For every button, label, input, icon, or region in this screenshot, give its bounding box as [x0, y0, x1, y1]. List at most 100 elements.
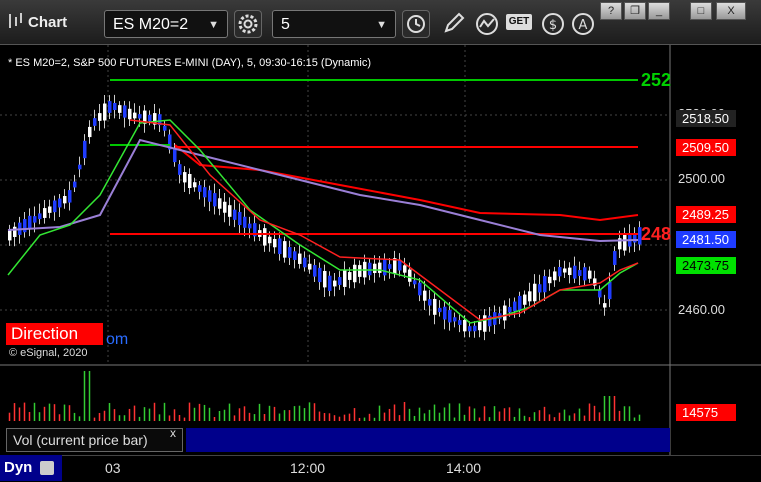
candle-body	[203, 187, 207, 198]
symbol-dropdown-icon[interactable]: ▼	[208, 11, 219, 39]
symbol-description: * ES M20=2, S&P 500 FUTURES E-MINI (DAY)…	[8, 57, 372, 69]
candle-body	[108, 101, 112, 113]
study-icon[interactable]	[474, 11, 500, 37]
candle-body	[303, 257, 307, 268]
candle-body	[603, 303, 607, 308]
gear-icon	[238, 14, 258, 34]
candle-body	[48, 206, 52, 213]
candle-body	[123, 105, 127, 118]
candle-body	[78, 164, 82, 170]
settings-mini-icon	[39, 461, 54, 476]
candle-body	[138, 114, 142, 119]
price-tag-last-high: 2518.50	[676, 110, 736, 127]
candle-body	[53, 200, 57, 213]
pencil-icon[interactable]	[440, 11, 466, 37]
candle-body	[238, 211, 242, 226]
green-line-label: 252	[641, 70, 672, 90]
candle-body	[518, 295, 522, 311]
candle-body	[28, 215, 32, 230]
candle-body	[383, 258, 387, 276]
minimize-button[interactable]: _	[648, 2, 670, 20]
dollar-icon[interactable]: $	[540, 11, 566, 37]
volume-close-button[interactable]: x	[170, 426, 176, 440]
volume-bars	[8, 371, 641, 421]
candle-body	[163, 125, 167, 131]
help-button[interactable]: ?	[600, 2, 622, 20]
price-tag-red-upper: 2509.50	[676, 139, 736, 156]
interval-value: 5	[281, 16, 290, 33]
get-icon[interactable]: GET	[506, 14, 532, 30]
candle-body	[33, 216, 37, 223]
candle-body	[228, 205, 232, 217]
candle-body	[218, 198, 222, 209]
dyn-label: Dyn	[4, 459, 33, 476]
svg-text:$: $	[549, 18, 557, 33]
svg-text:A: A	[579, 18, 588, 33]
candle-body	[388, 264, 392, 269]
candle-body	[73, 181, 77, 188]
candle-body	[23, 219, 27, 233]
candle-body	[88, 126, 92, 138]
direction-link-tail[interactable]: om	[106, 331, 128, 349]
candle-body	[483, 315, 487, 332]
time-axis-label: 14:00	[446, 460, 482, 476]
candle-body	[353, 264, 357, 283]
candle-body	[243, 216, 247, 228]
price-tag-green: 2473.75	[676, 257, 736, 274]
candle-body	[403, 265, 407, 273]
maximize-button[interactable]: □	[690, 2, 712, 20]
candle-body	[323, 270, 327, 288]
candle-body	[558, 267, 562, 277]
candle-body	[378, 262, 382, 273]
price-chart[interactable]	[0, 45, 761, 481]
dynamic-toggle[interactable]: Dyn	[0, 455, 62, 481]
candle-body	[278, 238, 282, 255]
candle-body	[413, 280, 417, 285]
volume-value-tag: 14575	[676, 404, 736, 421]
candle-body	[423, 290, 427, 301]
symbol-input[interactable]: ES M20=2 ▼	[104, 10, 228, 38]
chart-icon	[9, 13, 22, 28]
candle-body	[298, 253, 302, 264]
volume-panel-strip	[186, 428, 670, 452]
window-title: Chart	[28, 14, 68, 31]
candle-body	[68, 190, 72, 203]
price-tag-last: 2481.50	[676, 231, 736, 248]
candle-body	[198, 185, 202, 192]
copyright: © eSignal, 2020	[9, 347, 88, 359]
candle-body	[133, 112, 137, 119]
candle-body	[213, 193, 217, 207]
title-bar: Chart ES M20=2 ▼ 5 ▼ GET $ A ? ❐ _ □ X	[0, 0, 761, 45]
annotation-icon[interactable]: A	[570, 11, 596, 37]
interval-dropdown-icon[interactable]: ▼	[376, 11, 387, 39]
candle-body	[93, 118, 97, 126]
settings-button[interactable]	[234, 10, 262, 38]
candle-body	[103, 103, 107, 121]
candle-body	[513, 301, 517, 312]
candle-body	[38, 213, 42, 220]
candle-body	[233, 209, 237, 220]
restore-button[interactable]: ❐	[624, 2, 646, 20]
clock-icon	[407, 15, 425, 33]
candle-body	[588, 270, 592, 279]
close-button[interactable]: X	[716, 2, 746, 20]
candle-body	[248, 223, 252, 229]
candle-body	[358, 265, 362, 277]
interval-input[interactable]: 5 ▼	[272, 10, 396, 38]
candle-body	[58, 198, 62, 208]
candle-body	[468, 326, 472, 332]
candle-body	[318, 267, 322, 283]
candle-body	[148, 114, 152, 122]
candle-body	[328, 275, 332, 291]
candle-body	[578, 270, 582, 276]
candle-body	[268, 236, 272, 244]
candle-body	[338, 277, 342, 285]
volume-panel-label: Vol (current price bar)	[6, 428, 183, 452]
price-axis-label: 2500.00	[678, 171, 725, 186]
candle-body	[608, 281, 612, 300]
time-button[interactable]	[402, 10, 430, 38]
candle-body	[563, 268, 567, 273]
candle-body	[528, 291, 532, 302]
candle-body	[623, 233, 627, 251]
candle-body	[368, 262, 372, 276]
